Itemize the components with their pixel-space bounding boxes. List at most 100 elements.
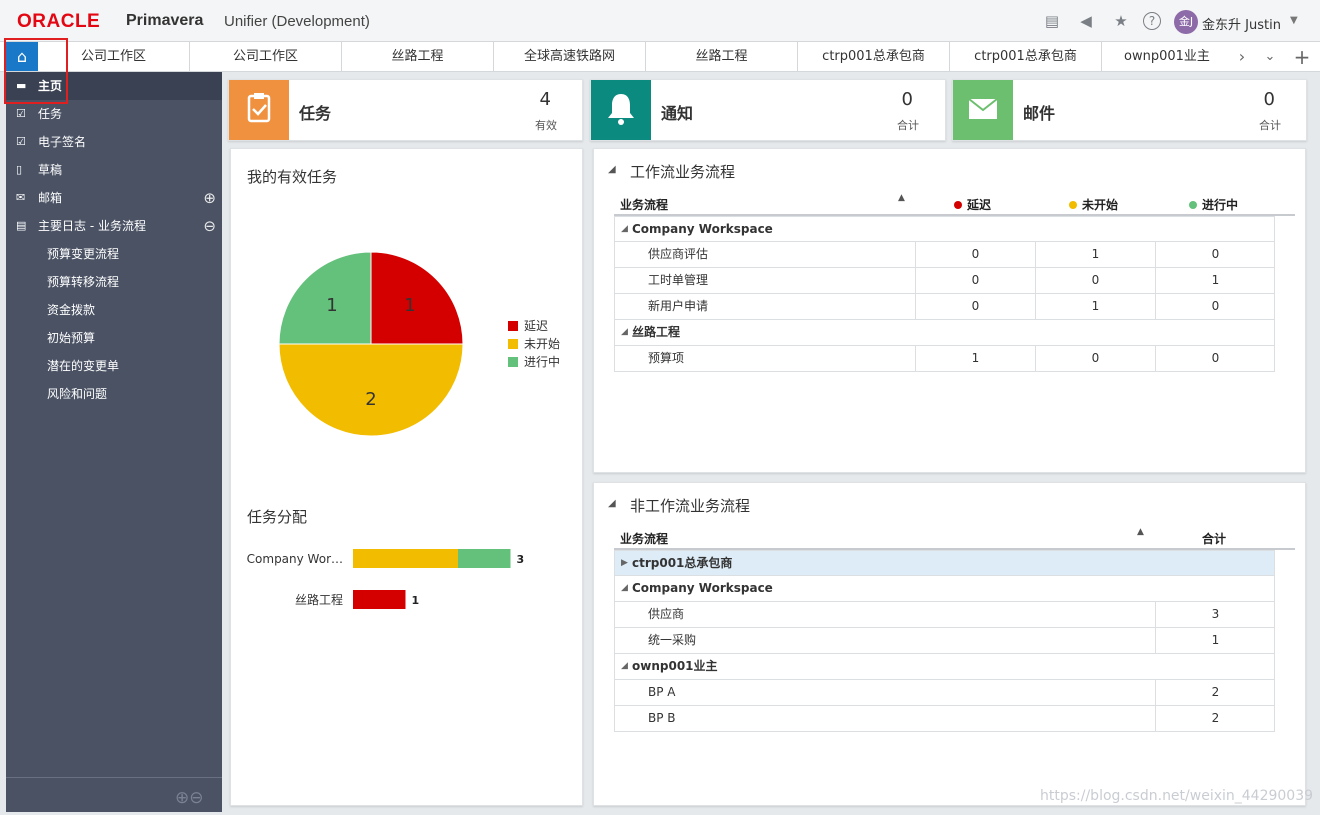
user-name[interactable]: 金东升 Justin bbox=[1202, 14, 1281, 33]
sidebar-footer-divider bbox=[6, 777, 222, 778]
table-row[interactable]: BP A2 bbox=[614, 680, 1275, 706]
table-row[interactable]: 供应商评估 0 1 0 bbox=[614, 242, 1275, 268]
expanded-triangle-icon[interactable]: ◢ bbox=[621, 320, 628, 345]
add-circle-icon[interactable]: ⊕ bbox=[175, 788, 189, 808]
table-row[interactable]: 预算项 1 0 0 bbox=[614, 346, 1275, 372]
not-started-dot-icon bbox=[1069, 201, 1077, 209]
bar-total-label: 1 bbox=[412, 594, 420, 607]
signature-icon: ☑ bbox=[16, 135, 26, 148]
sidebar-subitem[interactable]: 预算转移流程 bbox=[6, 268, 222, 296]
sort-asc-icon[interactable]: ▲ bbox=[1137, 527, 1144, 537]
remove-circle-icon[interactable]: ⊖ bbox=[189, 788, 203, 808]
tabs-next-icon[interactable]: › bbox=[1232, 46, 1252, 68]
legend-swatch bbox=[508, 339, 518, 349]
non-workflow-table: ▶ ctrp001总承包商 ◢ Company Workspace 供应商 3 统一采… bbox=[614, 550, 1275, 732]
group-row[interactable]: ◢ ownp001业主 bbox=[614, 654, 1275, 680]
report-icon[interactable]: ▤ bbox=[1042, 11, 1062, 31]
workflow-table: ◢ Company Workspace 供应商评估 0 1 0 工时单管理 0 0 1 新用户… bbox=[614, 216, 1275, 372]
tab-global-rail[interactable]: 全球高速铁路网 bbox=[494, 42, 646, 72]
sidebar-subitem[interactable]: 预算变更流程 bbox=[6, 240, 222, 268]
sidebar-subitem[interactable]: 初始预算 bbox=[6, 324, 222, 352]
tab-company-workspace-2[interactable]: 公司工作区 bbox=[190, 42, 342, 72]
workflow-bp-panel: ◢ 工作流业务流程 业务流程 ▲ 延迟 未开始 进行中 ◢ Company Wor… bbox=[593, 148, 1306, 473]
tab-ctrp001-2[interactable]: ctrp001总承包商 bbox=[950, 42, 1102, 72]
sidebar-subitem[interactable]: 风险和问题 bbox=[6, 380, 222, 408]
col-header-total[interactable]: 合计 bbox=[1202, 530, 1226, 547]
legend-label: 未开始 bbox=[524, 337, 560, 351]
sort-asc-icon[interactable]: ▲ bbox=[898, 193, 905, 203]
app-name: Unifier (Development) bbox=[224, 13, 370, 30]
sidebar-footer-actions: ⊕⊖ bbox=[175, 788, 204, 808]
pie-slice-label: 1 bbox=[404, 295, 415, 316]
group-row[interactable]: ◢ Company Workspace bbox=[614, 576, 1275, 602]
group-row[interactable]: ◢ Company Workspace bbox=[614, 216, 1275, 242]
task-distribution-bar-chart: Company Wor… 3 丝路工程 1 bbox=[247, 549, 524, 609]
sidebar-item-esign[interactable]: ☑ 电子签名 bbox=[6, 128, 222, 156]
sidebar-item-tasks[interactable]: ☑ 任务 bbox=[6, 100, 222, 128]
product-name: Primavera bbox=[126, 12, 204, 29]
add-tab-icon[interactable]: + bbox=[1292, 46, 1312, 68]
table-row[interactable]: 供应商 3 bbox=[614, 602, 1275, 628]
delayed-dot-icon bbox=[954, 201, 962, 209]
tab-ctrp001-1[interactable]: ctrp001总承包商 bbox=[798, 42, 950, 72]
collapse-minus-icon[interactable]: ⊖ bbox=[203, 212, 216, 240]
pie-slice-label: 2 bbox=[365, 389, 376, 410]
collapse-triangle-icon[interactable]: ◢ bbox=[608, 164, 616, 175]
tab-silk-road-2[interactable]: 丝路工程 bbox=[646, 42, 798, 72]
workflow-title: 工作流业务流程 bbox=[630, 163, 736, 181]
tab-ownp001[interactable]: ownp001业主 bbox=[1102, 42, 1232, 72]
kpi-card-mail[interactable]: 邮件 0 合计 bbox=[952, 79, 1307, 141]
avatar[interactable]: 金J bbox=[1174, 10, 1198, 34]
sidebar-item-mailbox[interactable]: ✉ 邮箱 ⊕ bbox=[6, 184, 222, 212]
pie-slice-label: 1 bbox=[326, 295, 337, 316]
sidebar-item-drafts[interactable]: ▯ 草稿 bbox=[6, 156, 222, 184]
legend-label: 延迟 bbox=[524, 319, 548, 333]
group-row[interactable]: ◢ 丝路工程 bbox=[614, 320, 1275, 346]
table-row[interactable]: BP B2 bbox=[614, 706, 1275, 732]
help-icon[interactable]: ? bbox=[1143, 12, 1161, 30]
announce-icon[interactable]: ◀ bbox=[1076, 11, 1096, 31]
non-workflow-title: 非工作流业务流程 bbox=[630, 497, 751, 515]
kpi-sub: 有效 bbox=[535, 119, 557, 132]
tabs-dropdown-icon[interactable]: ⌄ bbox=[1260, 46, 1280, 68]
my-tasks-title: 我的有效任务 bbox=[247, 168, 338, 186]
non-workflow-bp-panel: ◢ 非工作流业务流程 业务流程 ▲ 合计 ▶ ctrp001总承包商 ◢ Compa… bbox=[593, 482, 1306, 806]
kpi-title: 任务 bbox=[299, 104, 332, 123]
bar-segment[interactable] bbox=[458, 549, 511, 568]
expand-plus-icon[interactable]: ⊕ bbox=[203, 184, 216, 212]
bar-segment[interactable] bbox=[353, 590, 406, 609]
col-header-bp[interactable]: 业务流程 bbox=[620, 196, 668, 213]
bar-segment[interactable] bbox=[353, 549, 458, 568]
user-menu-chevron-icon[interactable]: ▼ bbox=[1290, 15, 1298, 26]
pie-slice-0[interactable] bbox=[370, 251, 464, 345]
sidebar-subitem[interactable]: 潜在的变更单 bbox=[6, 352, 222, 380]
sidebar-subitem[interactable]: 资金拨款 bbox=[6, 296, 222, 324]
legend-swatch bbox=[508, 321, 518, 331]
pie-slice-2[interactable] bbox=[278, 251, 372, 345]
col-header-bp[interactable]: 业务流程 bbox=[620, 530, 668, 547]
collapse-triangle-icon[interactable]: ◢ bbox=[608, 498, 616, 509]
col-header-not-started[interactable]: 未开始 bbox=[1069, 196, 1118, 213]
star-icon[interactable]: ★ bbox=[1111, 11, 1131, 31]
expanded-triangle-icon[interactable]: ◢ bbox=[621, 654, 628, 679]
expanded-triangle-icon[interactable]: ◢ bbox=[621, 217, 628, 242]
kpi-card-tasks[interactable]: 任务 4 有效 bbox=[228, 79, 583, 141]
col-header-in-progress[interactable]: 进行中 bbox=[1189, 196, 1238, 213]
table-row[interactable]: 新用户申请 0 1 0 bbox=[614, 294, 1275, 320]
sidebar-item-master-log[interactable]: ▤ 主要日志 - 业务流程 ⊖ bbox=[6, 212, 222, 240]
kpi-title: 通知 bbox=[661, 104, 694, 123]
expanded-triangle-icon[interactable]: ◢ bbox=[621, 576, 628, 601]
task-icon: ☑ bbox=[16, 107, 26, 120]
tab-silk-road-1[interactable]: 丝路工程 bbox=[342, 42, 494, 72]
table-row[interactable]: 统一采购 1 bbox=[614, 628, 1275, 654]
group-row[interactable]: ▶ ctrp001总承包商 bbox=[614, 550, 1275, 576]
kpi-card-notifications[interactable]: 通知 0 合计 bbox=[590, 79, 946, 141]
kpi-title: 邮件 bbox=[1023, 104, 1056, 123]
col-header-delayed[interactable]: 延迟 bbox=[954, 196, 991, 213]
task-distribution-title: 任务分配 bbox=[247, 508, 308, 526]
watermark: https://blog.csdn.net/weixin_44290039 bbox=[1040, 788, 1314, 804]
collapsed-triangle-icon[interactable]: ▶ bbox=[621, 551, 628, 576]
table-row[interactable]: 工时单管理 0 0 1 bbox=[614, 268, 1275, 294]
kpi-value: 0 bbox=[1263, 89, 1275, 110]
bar-category-label: 丝路工程 bbox=[295, 592, 343, 607]
